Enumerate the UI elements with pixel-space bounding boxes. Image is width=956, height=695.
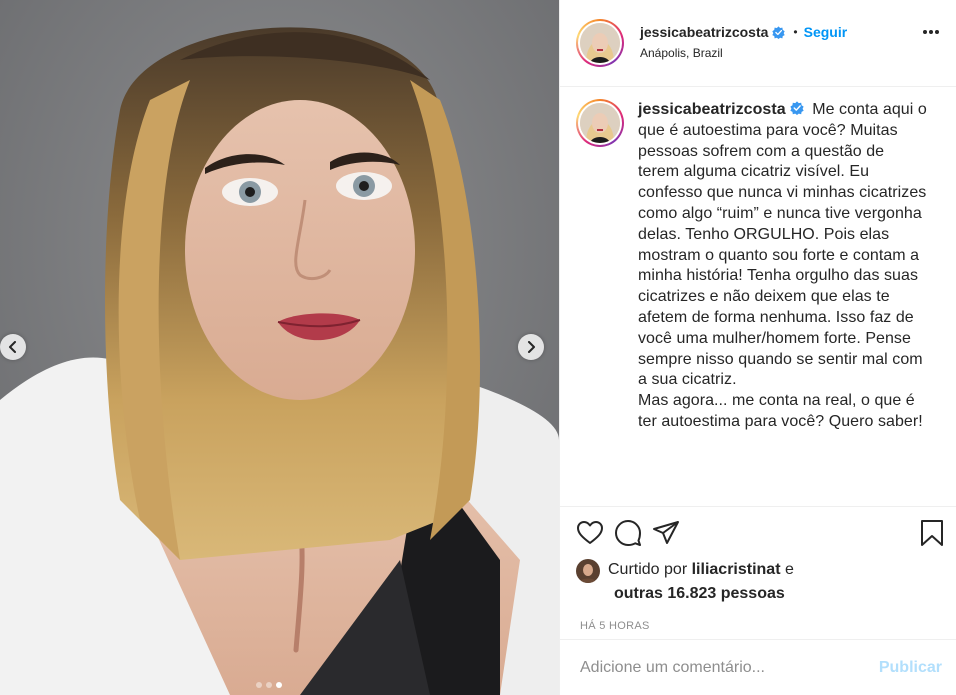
author-username[interactable]: jessicabeatrizcosta (640, 24, 768, 40)
likes-summary: Curtido por liliacristinat e (560, 559, 956, 583)
verified-badge-icon (772, 25, 786, 39)
carousel-dot (256, 682, 262, 688)
post-header: jessicabeatrizcosta • Seguir Anápolis, B… (560, 0, 956, 87)
carousel-dot (276, 682, 282, 688)
likes-conjunction: e (784, 561, 794, 578)
liker-avatar-image (576, 559, 600, 583)
bookmark-icon[interactable] (918, 519, 946, 547)
chevron-left-icon (9, 341, 16, 353)
carousel-dot (266, 682, 272, 688)
likes-prefix: Curtido por (608, 561, 688, 578)
action-bar (560, 507, 956, 559)
carousel-prev-button[interactable] (0, 334, 26, 360)
comment-icon[interactable] (614, 519, 642, 547)
share-icon[interactable] (652, 519, 680, 547)
add-comment-box: Publicar (560, 639, 956, 695)
follow-button[interactable]: Seguir (804, 24, 848, 40)
liker-avatar[interactable] (576, 559, 600, 583)
author-avatar-image (580, 23, 620, 63)
caption-username[interactable]: jessicabeatrizcosta (638, 101, 786, 118)
caption-avatar-image (580, 103, 620, 143)
heart-icon[interactable] (576, 519, 604, 547)
chevron-right-icon (528, 341, 535, 353)
publish-button[interactable]: Publicar (879, 659, 942, 677)
post-location[interactable]: Anápolis, Brazil (640, 46, 847, 60)
post-photo (0, 0, 559, 695)
carousel-indicator (256, 682, 282, 688)
post-timestamp[interactable]: HÁ 5 HORAS (560, 620, 956, 632)
post-media[interactable] (0, 0, 559, 695)
separator-dot: • (793, 25, 798, 39)
caption-author-avatar[interactable] (576, 99, 624, 147)
verified-badge-icon (790, 101, 804, 115)
likes-others-count[interactable]: outras 16.823 pessoas (560, 583, 956, 604)
author-avatar[interactable] (576, 19, 624, 67)
comments-section: jessicabeatrizcosta Me conta aqui o que … (560, 87, 956, 507)
liked-by-username[interactable]: liliacristinat (692, 561, 781, 578)
more-options-icon[interactable] (922, 28, 940, 36)
caption-text: Me conta aqui o que é autoestima para vo… (638, 101, 927, 430)
post-caption: jessicabeatrizcosta Me conta aqui o que … (638, 100, 928, 506)
post-details-panel: jessicabeatrizcosta • Seguir Anápolis, B… (559, 0, 956, 695)
comment-input[interactable] (580, 658, 879, 677)
carousel-next-button[interactable] (518, 334, 544, 360)
